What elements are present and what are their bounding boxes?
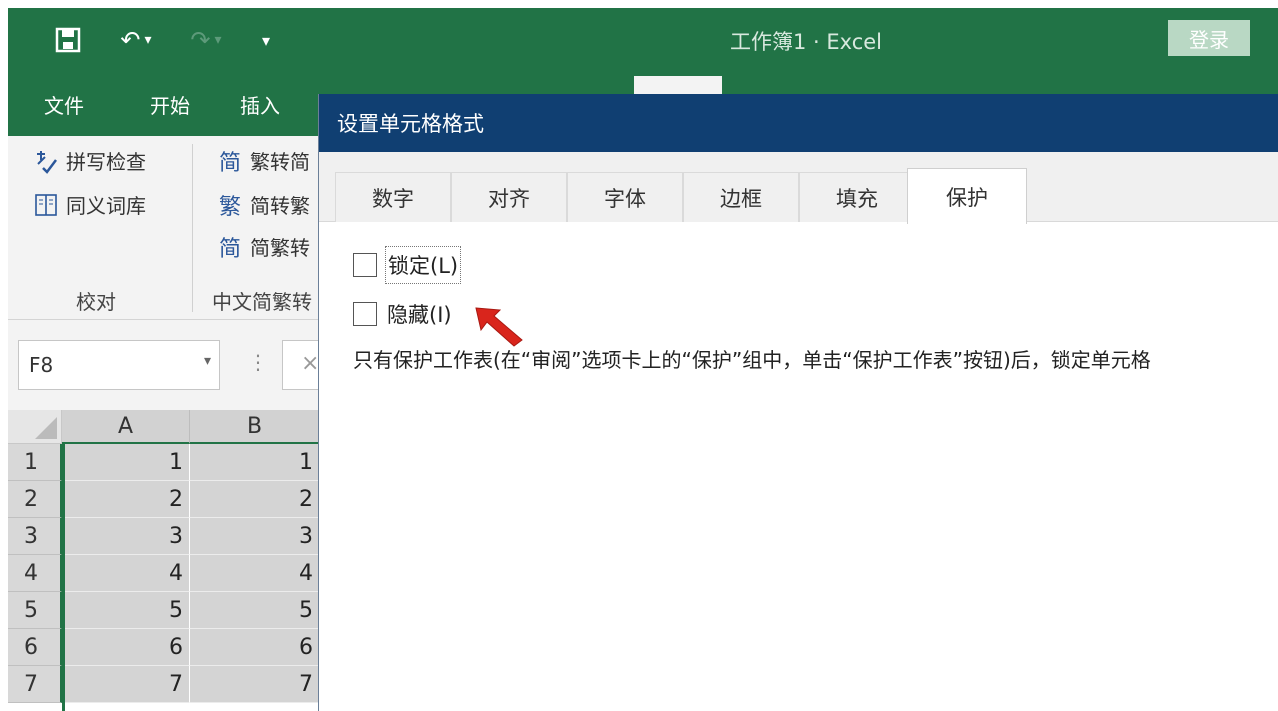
- spell-check-icon: [32, 147, 60, 175]
- dialog-title[interactable]: 设置单元格格式: [319, 94, 1278, 152]
- table-cell[interactable]: 2: [62, 481, 190, 518]
- row-header[interactable]: 5: [8, 592, 62, 629]
- table-cell[interactable]: 6: [62, 629, 190, 666]
- locked-checkbox-row[interactable]: 锁定(L): [353, 246, 462, 284]
- simp-to-trad-label: 简转繁: [250, 194, 310, 218]
- customize-qat-button[interactable]: ▾: [252, 22, 280, 58]
- table-cell[interactable]: 5: [190, 592, 320, 629]
- save-icon[interactable]: [50, 22, 86, 58]
- proofing-group-label: 校对: [76, 290, 116, 314]
- chinese-conversion-label: 简繁转: [250, 236, 310, 260]
- thesaurus-button[interactable]: 同义词库: [32, 190, 146, 219]
- formula-bar: F8 ▾ ⋮ ×: [8, 320, 332, 410]
- ribbon-group-separator: [192, 144, 193, 312]
- chevron-down-icon: ▾: [214, 32, 222, 48]
- locked-label[interactable]: 锁定(L): [385, 246, 462, 284]
- redo-button[interactable]: ↷ ▾: [180, 22, 232, 58]
- chevron-down-icon[interactable]: ▾: [204, 353, 211, 369]
- dialog-tab-bar: 数字 对齐 字体 边框 填充 保护: [319, 152, 1278, 224]
- row-header[interactable]: 7: [8, 666, 62, 703]
- tab-border[interactable]: 边框: [683, 172, 799, 222]
- table-cell[interactable]: 1: [62, 444, 190, 481]
- tab-number[interactable]: 数字: [335, 172, 451, 222]
- trad-to-simp-label: 繁转简: [250, 150, 310, 174]
- thesaurus-label: 同义词库: [66, 194, 146, 218]
- tab-protection[interactable]: 保护: [907, 168, 1027, 224]
- formula-bar-splitter[interactable]: ⋮: [248, 350, 268, 374]
- column-header-b[interactable]: B: [190, 410, 320, 444]
- chinese-conversion-icon: 简: [218, 236, 241, 262]
- row-header[interactable]: 3: [8, 518, 62, 555]
- chinese-conversion-group-label: 中文简繁转: [212, 290, 312, 314]
- row-header[interactable]: 6: [8, 629, 62, 666]
- table-cell[interactable]: 4: [190, 555, 320, 592]
- table-cell[interactable]: 2: [190, 481, 320, 518]
- tab-font[interactable]: 字体: [567, 172, 683, 222]
- trad-to-simp-button[interactable]: 简 繁转简: [216, 146, 310, 176]
- hidden-checkbox[interactable]: [353, 302, 377, 326]
- customize-icon: ▾: [261, 30, 271, 50]
- table-cell[interactable]: 5: [62, 592, 190, 629]
- annotation-arrow-icon: [475, 307, 523, 347]
- redo-icon: ↷: [190, 26, 211, 54]
- select-all-button[interactable]: [8, 410, 62, 444]
- excel-title-bar: ↶ ▾ ↷ ▾ ▾ 工作簿1 · Excel 登录: [8, 8, 1278, 72]
- tab-home[interactable]: 开始: [150, 90, 190, 119]
- name-box[interactable]: F8 ▾: [18, 340, 220, 390]
- tab-alignment[interactable]: 对齐: [451, 172, 567, 222]
- trad-to-simp-icon: 简: [218, 150, 241, 176]
- table-cell[interactable]: 7: [190, 666, 320, 703]
- row-header[interactable]: 1: [8, 444, 62, 481]
- undo-icon: ↶: [120, 26, 141, 54]
- tab-fill[interactable]: 填充: [799, 172, 915, 222]
- table-cell[interactable]: 3: [62, 518, 190, 555]
- simp-to-trad-icon: 繁: [218, 194, 241, 220]
- chinese-conversion-button[interactable]: 简 简繁转: [216, 232, 310, 262]
- row-header[interactable]: 4: [8, 555, 62, 592]
- hidden-checkbox-row[interactable]: 隐藏(I): [353, 296, 454, 332]
- tab-file[interactable]: 文件: [44, 90, 84, 119]
- worksheet-grid: A B 1 1 1 2 2 2 3 3 3 4 4 4 5 5 5 6 6 6 …: [8, 410, 320, 711]
- table-cell[interactable]: 7: [62, 666, 190, 703]
- document-title: 工作簿1 · Excel: [730, 30, 883, 54]
- table-cell[interactable]: 6: [190, 629, 320, 666]
- book-icon: [32, 191, 60, 219]
- login-button[interactable]: 登录: [1168, 20, 1250, 56]
- table-cell[interactable]: 3: [190, 518, 320, 555]
- tab-insert[interactable]: 插入: [240, 90, 280, 119]
- undo-button[interactable]: ↶ ▾: [110, 22, 162, 58]
- locked-checkbox[interactable]: [353, 253, 377, 277]
- format-cells-dialog: 设置单元格格式 数字 对齐 字体 边框 填充 保护 锁定(L) 隐藏(I) 只有…: [318, 94, 1278, 711]
- spell-check-label: 拼写检查: [66, 150, 146, 174]
- spell-check-button[interactable]: 拼写检查: [32, 146, 146, 175]
- table-cell[interactable]: 1: [190, 444, 320, 481]
- simp-to-trad-button[interactable]: 繁 简转繁: [216, 190, 310, 220]
- row-header[interactable]: 2: [8, 481, 62, 518]
- chevron-down-icon: ▾: [144, 32, 152, 48]
- hidden-label[interactable]: 隐藏(I): [385, 296, 454, 332]
- name-box-value: F8: [29, 353, 54, 377]
- column-header-a[interactable]: A: [62, 410, 190, 444]
- table-cell[interactable]: 4: [62, 555, 190, 592]
- ribbon-body: 拼写检查 同义词库 简 繁转简 繁 简转繁 简 简繁转 校对 中文简繁转: [8, 136, 320, 320]
